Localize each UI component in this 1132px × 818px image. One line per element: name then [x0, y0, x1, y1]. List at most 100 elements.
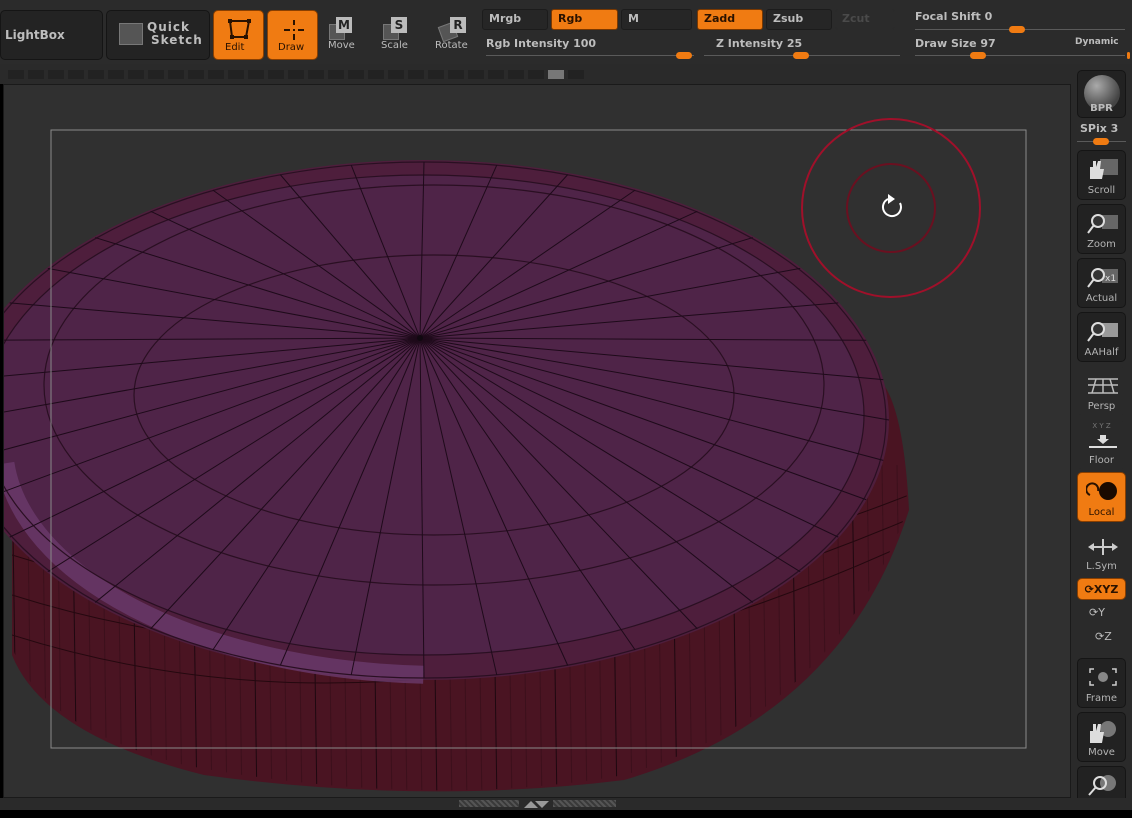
quick-sketch-button[interactable]: Quick Sketch — [106, 10, 210, 60]
perspective-grid-icon — [1088, 378, 1118, 394]
move-button[interactable]: M Move — [322, 12, 366, 58]
document-strip-cell[interactable] — [208, 70, 224, 79]
rotate-y-toggle[interactable]: ⟳Y — [1089, 606, 1119, 624]
document-strip-cell[interactable] — [188, 70, 204, 79]
spix-knob[interactable] — [1093, 138, 1109, 145]
document-strip-cell[interactable] — [468, 70, 484, 79]
frame-icon — [1089, 668, 1117, 686]
persp-label: Persp — [1087, 401, 1116, 412]
actual-label: Actual — [1085, 293, 1118, 304]
move-label: Move — [328, 40, 355, 51]
document-strip-cell[interactable] — [508, 70, 524, 79]
focal-shift-label: Focal Shift 0 — [915, 10, 993, 23]
document-strip-cell[interactable] — [448, 70, 464, 79]
scale-key: S — [391, 17, 407, 33]
document-strip-cell[interactable] — [408, 70, 424, 79]
document-strip-cell[interactable] — [488, 70, 504, 79]
magnifier-icon — [1087, 214, 1118, 234]
zoom-label: Zoom — [1087, 239, 1116, 250]
document-strip-cell[interactable] — [28, 70, 44, 79]
rgb-intensity-slider[interactable] — [486, 55, 694, 56]
document-strip-cell[interactable] — [168, 70, 184, 79]
document-strip-cell[interactable] — [328, 70, 344, 79]
draw-label: Draw — [278, 42, 305, 53]
tray-handle-left[interactable] — [459, 800, 519, 807]
draw-crosshair-icon — [284, 20, 304, 40]
local-button[interactable]: Local — [1077, 472, 1126, 522]
document-strip-cell[interactable] — [88, 70, 104, 79]
bpr-button[interactable]: BPR — [1077, 70, 1126, 118]
floor-label: Floor — [1089, 455, 1114, 466]
document-strip-cell[interactable] — [308, 70, 324, 79]
document-strip-cell[interactable] — [568, 70, 584, 79]
scale-label: Scale — [381, 40, 408, 51]
edit-button[interactable]: Edit — [213, 10, 264, 60]
canvas-viewport[interactable] — [3, 84, 1071, 798]
scale-button[interactable]: S Scale — [375, 12, 419, 58]
spix-label: SPix 3 — [1080, 122, 1119, 135]
document-strip-cell[interactable] — [528, 70, 544, 79]
lightbox-button[interactable]: LightBox — [0, 10, 103, 60]
svg-text:x1: x1 — [1105, 274, 1116, 284]
document-strip-cell[interactable] — [148, 70, 164, 79]
xyz-toggle[interactable]: ⟳XYZ — [1077, 578, 1126, 600]
mrgb-toggle[interactable]: Mrgb — [482, 9, 548, 30]
z-intensity-knob[interactable] — [793, 52, 809, 59]
m-toggle[interactable]: M — [621, 9, 692, 30]
move-view-label: Move — [1088, 747, 1115, 758]
document-strip-cell[interactable] — [108, 70, 124, 79]
aahalf-button[interactable]: AAHalf — [1077, 312, 1126, 362]
document-strip-cell[interactable] — [68, 70, 84, 79]
document-strip-cell[interactable] — [368, 70, 384, 79]
document-strip-cell[interactable] — [48, 70, 64, 79]
document-strip-cell[interactable] — [8, 70, 24, 79]
magnifier-half-icon — [1087, 322, 1118, 342]
rgb-toggle[interactable]: Rgb — [551, 9, 618, 30]
bpr-label: BPR — [1090, 103, 1113, 114]
hand-grid-icon — [1090, 159, 1118, 179]
actual-button[interactable]: x1 Actual — [1077, 258, 1126, 308]
z-intensity-label: Z Intensity 25 — [716, 37, 803, 50]
document-strip-cell[interactable] — [348, 70, 364, 79]
zoom-button[interactable]: Zoom — [1077, 204, 1126, 254]
rgb-intensity-knob[interactable] — [676, 52, 692, 59]
focal-shift-knob[interactable] — [1009, 26, 1025, 33]
document-strip-cell[interactable] — [288, 70, 304, 79]
draw-button[interactable]: Draw — [267, 10, 318, 60]
document-strip-cell[interactable] — [248, 70, 264, 79]
document-strip-cell[interactable] — [388, 70, 404, 79]
frame-label: Frame — [1085, 693, 1118, 704]
move-view-button[interactable]: Move — [1077, 712, 1126, 762]
scroll-button[interactable]: Scroll — [1077, 150, 1126, 200]
screen-bottom-edge — [0, 810, 1132, 818]
document-strip — [0, 64, 1132, 84]
lsym-label: L.Sym — [1086, 561, 1117, 572]
magnifier-x1-icon: x1 — [1087, 268, 1118, 288]
tray-handle-right[interactable] — [553, 800, 616, 807]
zadd-toggle[interactable]: Zadd — [697, 9, 763, 30]
draw-size-knob[interactable] — [970, 52, 986, 59]
document-strip-cell[interactable] — [428, 70, 444, 79]
edit-icon — [228, 19, 251, 39]
local-rotate-icon — [1086, 482, 1117, 500]
document-strip-cell[interactable] — [268, 70, 284, 79]
mesh-view[interactable] — [4, 85, 1070, 797]
persp-button[interactable]: Persp — [1077, 366, 1126, 416]
frame-button[interactable]: Frame — [1077, 658, 1126, 708]
floor-button[interactable]: X Y Z Floor — [1077, 420, 1126, 470]
rotate-cursor-icon — [881, 194, 902, 218]
symmetry-icon — [1088, 539, 1118, 555]
lsym-button[interactable]: L.Sym — [1077, 526, 1126, 576]
document-strip-cell[interactable] — [228, 70, 244, 79]
zsub-toggle[interactable]: Zsub — [766, 9, 832, 30]
zcut-toggle[interactable]: Zcut — [835, 9, 895, 30]
mesh-pole — [417, 335, 423, 341]
dynamic-toggle[interactable]: Dynamic — [1075, 37, 1119, 47]
document-strip-cell[interactable] — [128, 70, 144, 79]
document-strip-active-cell[interactable] — [548, 70, 564, 79]
draw-size-slider[interactable] — [915, 55, 1125, 56]
tray-toggle-arrows-icon[interactable] — [522, 799, 550, 809]
rotate-z-toggle[interactable]: ⟳Z — [1095, 630, 1125, 648]
quick-sketch-label-2: Sketch — [151, 33, 203, 47]
rotate-button[interactable]: R Rotate — [430, 12, 476, 58]
